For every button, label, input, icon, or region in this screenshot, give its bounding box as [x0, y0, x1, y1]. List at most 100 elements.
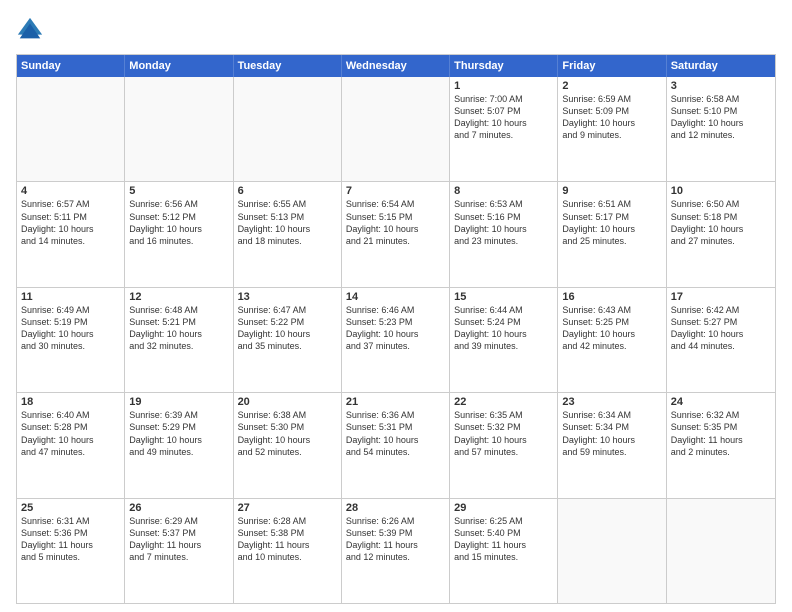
calendar-cell: 20Sunrise: 6:38 AM Sunset: 5:30 PM Dayli…: [234, 393, 342, 497]
calendar-week: 1Sunrise: 7:00 AM Sunset: 5:07 PM Daylig…: [17, 77, 775, 182]
logo: [16, 16, 48, 44]
calendar-cell: 25Sunrise: 6:31 AM Sunset: 5:36 PM Dayli…: [17, 499, 125, 603]
day-info: Sunrise: 6:31 AM Sunset: 5:36 PM Dayligh…: [21, 515, 120, 564]
calendar-cell: 29Sunrise: 6:25 AM Sunset: 5:40 PM Dayli…: [450, 499, 558, 603]
day-number: 8: [454, 185, 553, 197]
page: SundayMondayTuesdayWednesdayThursdayFrid…: [0, 0, 792, 612]
day-number: 16: [562, 291, 661, 303]
calendar-cell: [125, 77, 233, 181]
calendar-cell: 6Sunrise: 6:55 AM Sunset: 5:13 PM Daylig…: [234, 182, 342, 286]
day-number: 1: [454, 80, 553, 92]
day-info: Sunrise: 6:36 AM Sunset: 5:31 PM Dayligh…: [346, 409, 445, 458]
day-number: 6: [238, 185, 337, 197]
day-number: 11: [21, 291, 120, 303]
day-number: 23: [562, 396, 661, 408]
day-info: Sunrise: 6:44 AM Sunset: 5:24 PM Dayligh…: [454, 304, 553, 353]
day-info: Sunrise: 6:43 AM Sunset: 5:25 PM Dayligh…: [562, 304, 661, 353]
day-info: Sunrise: 6:25 AM Sunset: 5:40 PM Dayligh…: [454, 515, 553, 564]
calendar-week: 11Sunrise: 6:49 AM Sunset: 5:19 PM Dayli…: [17, 288, 775, 393]
calendar-cell: [17, 77, 125, 181]
calendar-cell: 3Sunrise: 6:58 AM Sunset: 5:10 PM Daylig…: [667, 77, 775, 181]
day-info: Sunrise: 6:28 AM Sunset: 5:38 PM Dayligh…: [238, 515, 337, 564]
calendar-header-cell: Friday: [558, 55, 666, 77]
day-info: Sunrise: 6:48 AM Sunset: 5:21 PM Dayligh…: [129, 304, 228, 353]
calendar-cell: [558, 499, 666, 603]
day-info: Sunrise: 6:53 AM Sunset: 5:16 PM Dayligh…: [454, 198, 553, 247]
calendar-cell: [667, 499, 775, 603]
day-number: 7: [346, 185, 445, 197]
day-number: 13: [238, 291, 337, 303]
calendar-cell: 28Sunrise: 6:26 AM Sunset: 5:39 PM Dayli…: [342, 499, 450, 603]
calendar-cell: 22Sunrise: 6:35 AM Sunset: 5:32 PM Dayli…: [450, 393, 558, 497]
calendar-cell: [342, 77, 450, 181]
day-number: 29: [454, 502, 553, 514]
calendar-header-cell: Wednesday: [342, 55, 450, 77]
calendar-cell: 27Sunrise: 6:28 AM Sunset: 5:38 PM Dayli…: [234, 499, 342, 603]
day-info: Sunrise: 6:46 AM Sunset: 5:23 PM Dayligh…: [346, 304, 445, 353]
calendar-week: 25Sunrise: 6:31 AM Sunset: 5:36 PM Dayli…: [17, 499, 775, 603]
day-number: 27: [238, 502, 337, 514]
calendar-cell: 14Sunrise: 6:46 AM Sunset: 5:23 PM Dayli…: [342, 288, 450, 392]
calendar-cell: 11Sunrise: 6:49 AM Sunset: 5:19 PM Dayli…: [17, 288, 125, 392]
calendar-cell: 7Sunrise: 6:54 AM Sunset: 5:15 PM Daylig…: [342, 182, 450, 286]
calendar-cell: 1Sunrise: 7:00 AM Sunset: 5:07 PM Daylig…: [450, 77, 558, 181]
calendar-cell: 18Sunrise: 6:40 AM Sunset: 5:28 PM Dayli…: [17, 393, 125, 497]
calendar-cell: 2Sunrise: 6:59 AM Sunset: 5:09 PM Daylig…: [558, 77, 666, 181]
day-info: Sunrise: 6:42 AM Sunset: 5:27 PM Dayligh…: [671, 304, 771, 353]
calendar-cell: 12Sunrise: 6:48 AM Sunset: 5:21 PM Dayli…: [125, 288, 233, 392]
day-info: Sunrise: 6:38 AM Sunset: 5:30 PM Dayligh…: [238, 409, 337, 458]
day-info: Sunrise: 6:34 AM Sunset: 5:34 PM Dayligh…: [562, 409, 661, 458]
day-number: 26: [129, 502, 228, 514]
calendar-cell: 4Sunrise: 6:57 AM Sunset: 5:11 PM Daylig…: [17, 182, 125, 286]
day-number: 18: [21, 396, 120, 408]
calendar-header-cell: Sunday: [17, 55, 125, 77]
day-info: Sunrise: 6:47 AM Sunset: 5:22 PM Dayligh…: [238, 304, 337, 353]
calendar-cell: 17Sunrise: 6:42 AM Sunset: 5:27 PM Dayli…: [667, 288, 775, 392]
day-info: Sunrise: 6:35 AM Sunset: 5:32 PM Dayligh…: [454, 409, 553, 458]
calendar-cell: 24Sunrise: 6:32 AM Sunset: 5:35 PM Dayli…: [667, 393, 775, 497]
calendar-cell: 23Sunrise: 6:34 AM Sunset: 5:34 PM Dayli…: [558, 393, 666, 497]
day-number: 5: [129, 185, 228, 197]
calendar-cell: 16Sunrise: 6:43 AM Sunset: 5:25 PM Dayli…: [558, 288, 666, 392]
day-number: 20: [238, 396, 337, 408]
day-number: 12: [129, 291, 228, 303]
header: [16, 16, 776, 44]
day-number: 19: [129, 396, 228, 408]
day-number: 22: [454, 396, 553, 408]
calendar-cell: 13Sunrise: 6:47 AM Sunset: 5:22 PM Dayli…: [234, 288, 342, 392]
calendar-cell: 10Sunrise: 6:50 AM Sunset: 5:18 PM Dayli…: [667, 182, 775, 286]
day-number: 2: [562, 80, 661, 92]
calendar-header-cell: Tuesday: [234, 55, 342, 77]
day-info: Sunrise: 6:40 AM Sunset: 5:28 PM Dayligh…: [21, 409, 120, 458]
day-number: 24: [671, 396, 771, 408]
day-number: 14: [346, 291, 445, 303]
day-info: Sunrise: 6:58 AM Sunset: 5:10 PM Dayligh…: [671, 93, 771, 142]
calendar-week: 4Sunrise: 6:57 AM Sunset: 5:11 PM Daylig…: [17, 182, 775, 287]
day-info: Sunrise: 6:26 AM Sunset: 5:39 PM Dayligh…: [346, 515, 445, 564]
calendar-cell: 21Sunrise: 6:36 AM Sunset: 5:31 PM Dayli…: [342, 393, 450, 497]
day-info: Sunrise: 6:50 AM Sunset: 5:18 PM Dayligh…: [671, 198, 771, 247]
calendar-cell: 8Sunrise: 6:53 AM Sunset: 5:16 PM Daylig…: [450, 182, 558, 286]
day-number: 10: [671, 185, 771, 197]
calendar-cell: 19Sunrise: 6:39 AM Sunset: 5:29 PM Dayli…: [125, 393, 233, 497]
day-number: 15: [454, 291, 553, 303]
calendar-body: 1Sunrise: 7:00 AM Sunset: 5:07 PM Daylig…: [17, 77, 775, 603]
day-number: 9: [562, 185, 661, 197]
day-info: Sunrise: 6:51 AM Sunset: 5:17 PM Dayligh…: [562, 198, 661, 247]
day-info: Sunrise: 6:55 AM Sunset: 5:13 PM Dayligh…: [238, 198, 337, 247]
calendar-header-cell: Saturday: [667, 55, 775, 77]
day-number: 28: [346, 502, 445, 514]
day-info: Sunrise: 6:57 AM Sunset: 5:11 PM Dayligh…: [21, 198, 120, 247]
day-number: 17: [671, 291, 771, 303]
calendar: SundayMondayTuesdayWednesdayThursdayFrid…: [16, 54, 776, 604]
calendar-header-cell: Monday: [125, 55, 233, 77]
day-number: 25: [21, 502, 120, 514]
calendar-cell: 9Sunrise: 6:51 AM Sunset: 5:17 PM Daylig…: [558, 182, 666, 286]
calendar-header-cell: Thursday: [450, 55, 558, 77]
day-info: Sunrise: 6:39 AM Sunset: 5:29 PM Dayligh…: [129, 409, 228, 458]
calendar-cell: [234, 77, 342, 181]
day-info: Sunrise: 6:29 AM Sunset: 5:37 PM Dayligh…: [129, 515, 228, 564]
calendar-cell: 5Sunrise: 6:56 AM Sunset: 5:12 PM Daylig…: [125, 182, 233, 286]
day-info: Sunrise: 7:00 AM Sunset: 5:07 PM Dayligh…: [454, 93, 553, 142]
calendar-cell: 26Sunrise: 6:29 AM Sunset: 5:37 PM Dayli…: [125, 499, 233, 603]
